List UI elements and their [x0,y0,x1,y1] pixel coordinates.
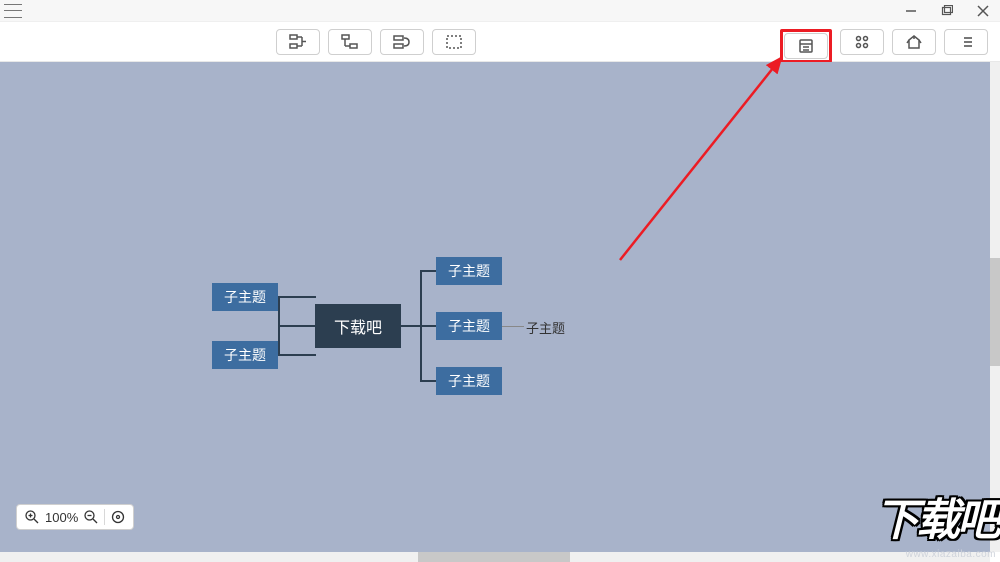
fit-view-button[interactable] [111,510,125,524]
zoom-controls: 100% [16,504,134,530]
subtopic-node[interactable]: 子主题 [212,341,278,369]
relationship-button[interactable] [380,29,424,55]
toolbar [0,22,1000,62]
menu-icon[interactable] [4,4,22,18]
title-bar [0,0,1000,22]
connector-line [278,296,316,298]
connector-line [420,380,436,382]
central-topic-node[interactable]: 下载吧 [315,304,401,348]
subtopic-node[interactable]: 子主题 [436,257,502,285]
scrollbar-thumb[interactable] [990,258,1000,366]
format-panel-button[interactable] [784,33,828,59]
zoom-in-button[interactable] [25,510,39,524]
maximize-button[interactable] [940,4,954,18]
horizontal-scrollbar[interactable] [0,552,990,562]
insert-child-button[interactable] [328,29,372,55]
toolbar-center-group [276,29,476,55]
window-controls [904,4,996,18]
close-button[interactable] [976,4,990,18]
zoom-level-label: 100% [45,510,78,525]
subtopic-node[interactable]: 子主题 [212,283,278,311]
markers-button[interactable] [840,29,884,55]
subtopic-node[interactable]: 子主题 [436,312,502,340]
scrollbar-thumb[interactable] [418,552,570,562]
style-button[interactable] [892,29,936,55]
connector-line [400,325,422,327]
annotation-highlight-box [780,29,832,63]
mindmap-canvas[interactable]: 下载吧 子主题 子主题 子主题 子主题 子主题 子主题 100% [0,62,990,552]
insert-subtopic-button[interactable] [276,29,320,55]
connector-line [502,326,524,327]
connector-line [420,325,436,327]
connector-line [420,270,436,272]
zoom-out-button[interactable] [84,510,98,524]
subtopic-node[interactable]: 子主题 [436,367,502,395]
leaf-topic-node[interactable]: 子主题 [526,318,565,337]
boundary-button[interactable] [432,29,476,55]
connector-line [278,325,316,327]
connector-line [278,354,316,356]
vertical-scrollbar[interactable] [990,62,1000,552]
outline-button[interactable] [944,29,988,55]
minimize-button[interactable] [904,4,918,18]
toolbar-right-group [780,29,988,63]
separator [104,509,105,525]
